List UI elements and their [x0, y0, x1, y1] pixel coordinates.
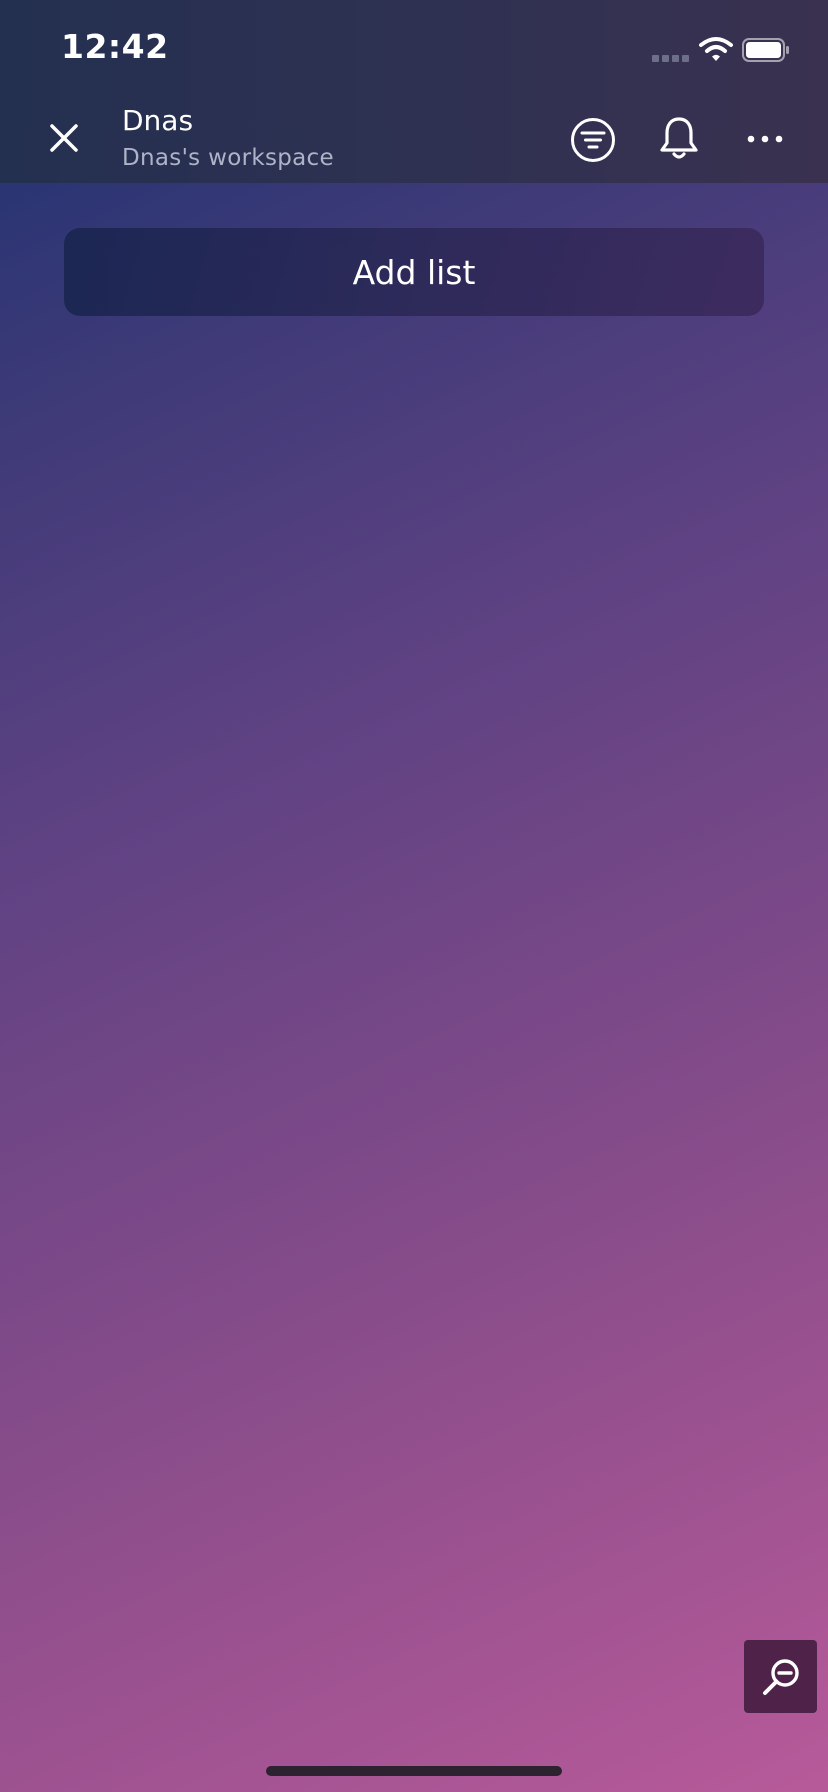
more-icon: [747, 135, 783, 143]
cellular-signal-icon: [652, 53, 692, 62]
battery-icon: [742, 38, 790, 62]
notifications-button[interactable]: [656, 114, 702, 164]
board-title: Dnas: [122, 104, 194, 137]
home-indicator: [266, 1766, 562, 1776]
filter-icon: [571, 118, 615, 162]
zoom-out-icon: [762, 1658, 799, 1695]
board-screen: 12:42 Dnas Dnas's workspace Add list: [0, 0, 828, 1792]
zoom-out-button[interactable]: [744, 1640, 817, 1713]
bell-icon: [660, 117, 698, 159]
top-bar: 12:42 Dnas Dnas's workspace: [0, 0, 828, 183]
close-button[interactable]: [44, 118, 84, 158]
close-icon: [50, 124, 78, 152]
filter-button[interactable]: [570, 117, 616, 163]
status-time: 12:42: [61, 27, 169, 66]
workspace-subtitle: Dnas's workspace: [122, 145, 334, 171]
more-options-button[interactable]: [742, 124, 788, 154]
wifi-icon: [699, 36, 733, 62]
add-list-button[interactable]: Add list: [64, 228, 764, 316]
